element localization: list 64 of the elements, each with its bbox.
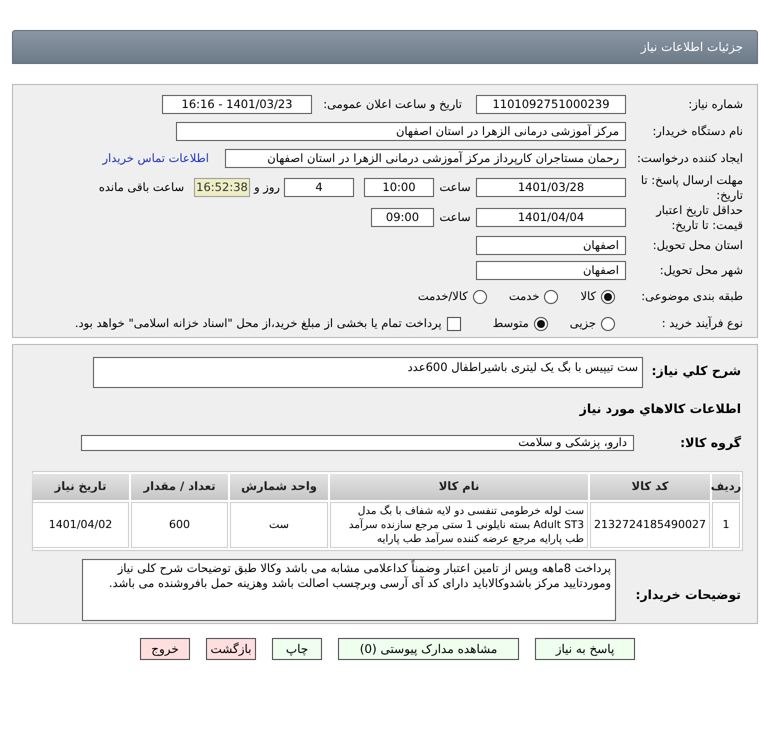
table-cell: ست لوله خرطومی تنفسی دو لایه شفاف با بگ مدل Adult ST3 بسته نایلونی 1 ستی مرجع سازنده سرآمد طب پارایه مرجع عرضه کننده سرآمد طب پارایه <box>330 502 588 548</box>
text-field[interactable]: رحمان مستاجران کارپرداز مرکز آموزشی درمانی الزهرا در استان اصفهان <box>225 148 626 168</box>
text-field[interactable]: اصفهان <box>476 261 626 280</box>
field-label: استان محل تحویل: <box>652 238 743 254</box>
radio-button[interactable] <box>601 316 615 331</box>
text-field[interactable]: 1401/03/23 - 16:16 <box>162 94 312 114</box>
text-field[interactable]: 4 <box>284 178 354 197</box>
field-label: روز و <box>252 180 281 195</box>
column-header: ردیف <box>712 474 740 500</box>
notes-field[interactable]: پرداخت 8ماهه وپس از تامین اعتبار وضمناً کداعلامی مشابه می باشد وکالا طبق توضیحات شرح کلی نیاز وموردتایید مرکز باشدوکالاباید دارای کد آی آرسی وبرچسب اصالت باشد وهزینه حمل بافروشنده می باشد. <box>82 558 616 621</box>
field-label: ساعت <box>438 210 472 226</box>
table-cell: ست <box>230 502 328 548</box>
contact-link[interactable]: اطلاعات تماس خریدار <box>102 150 209 167</box>
field-label: ساعت باقی مانده <box>98 180 186 195</box>
text-field[interactable]: 10:00 <box>364 178 434 197</box>
field-label: ساعت <box>438 180 472 195</box>
action-button[interactable]: بازگشت <box>206 638 256 660</box>
option-label: خدمت <box>508 288 540 306</box>
field-label: شهر محل تحویل: <box>658 263 743 278</box>
column-header: تاریخ نیاز <box>32 474 129 500</box>
field-label: حداقل تاریخ اعتبار قیمت: تا تاریخ: <box>654 202 743 233</box>
text-field[interactable]: مرکز آموزشی درمانی الزهرا در استان اصفهان <box>176 122 626 141</box>
summary-field[interactable]: ست تیپیس با بگ یک لیتری باشیراطفال 600عدد <box>93 357 643 388</box>
field-label: شرح كلي نياز: <box>650 362 741 378</box>
field-label: نام دستگاه خریدار: <box>651 124 743 139</box>
column-header: تعداد / مقدار <box>131 474 228 500</box>
field-label: شماره نیاز: <box>687 96 743 112</box>
action-button[interactable]: مشاهده مدارک پیوستی (0) <box>338 638 519 660</box>
text-field[interactable]: 09:00 <box>371 208 434 228</box>
field-label: نوع فرآیند خرید : <box>660 316 743 332</box>
option-label: جزیی <box>570 314 596 332</box>
column-header: نام کالا <box>330 474 588 500</box>
option-label: کالا <box>580 288 596 306</box>
payment-note: پرداخت تمام یا بخشی از مبلغ خرید،از محل "اسناد خزانه اسلامی" خواهد بود. <box>74 314 442 332</box>
option-label: متوسط <box>492 314 529 332</box>
table-cell: 600 <box>131 502 228 548</box>
radio-button[interactable] <box>601 290 615 304</box>
option-label: کالا/خدمت <box>418 288 468 306</box>
action-button[interactable]: خروج <box>140 638 190 660</box>
action-button[interactable]: چاپ <box>272 638 322 660</box>
table-cell: 1 <box>712 502 740 548</box>
table-cell: 1401/04/02 <box>32 502 129 548</box>
radio-button[interactable] <box>534 316 548 331</box>
checkbox[interactable] <box>446 316 461 331</box>
field-label: گروه كالا: <box>679 435 741 450</box>
text-field[interactable]: اصفهان <box>476 236 626 256</box>
radio-button[interactable] <box>544 290 558 304</box>
column-header: کد کالا <box>590 474 710 500</box>
field-label: توضیحات خریدار: <box>634 586 741 602</box>
text-field[interactable]: دارو، پزشکی و سلامت <box>81 434 634 451</box>
action-button[interactable]: پاسخ به نیاز <box>535 638 635 660</box>
radio-button[interactable] <box>472 290 487 304</box>
text-field[interactable]: 1401/03/28 <box>476 178 626 197</box>
field-label: مهلت ارسال پاسخ: تا تاریخ: <box>640 172 743 203</box>
field-label: تاریخ و ساعت اعلان عمومی: <box>322 96 462 112</box>
text-field[interactable]: 1401/04/04 <box>476 208 626 228</box>
countdown-field: 16:52:38 <box>194 178 250 197</box>
text-field[interactable]: 1101092751000239 <box>476 94 626 114</box>
section-heading: اطلاعات كالاهاي مورد نياز <box>580 400 741 418</box>
column-header: واحد شمارش <box>230 474 328 500</box>
field-label: ایجاد کننده درخواست: <box>636 150 743 166</box>
page-title: جزئیات اطلاعات نیاز <box>640 39 743 56</box>
field-label: طبقه بندی موضوعی: <box>640 289 743 304</box>
table-cell: 2132724185490027 <box>590 502 710 548</box>
